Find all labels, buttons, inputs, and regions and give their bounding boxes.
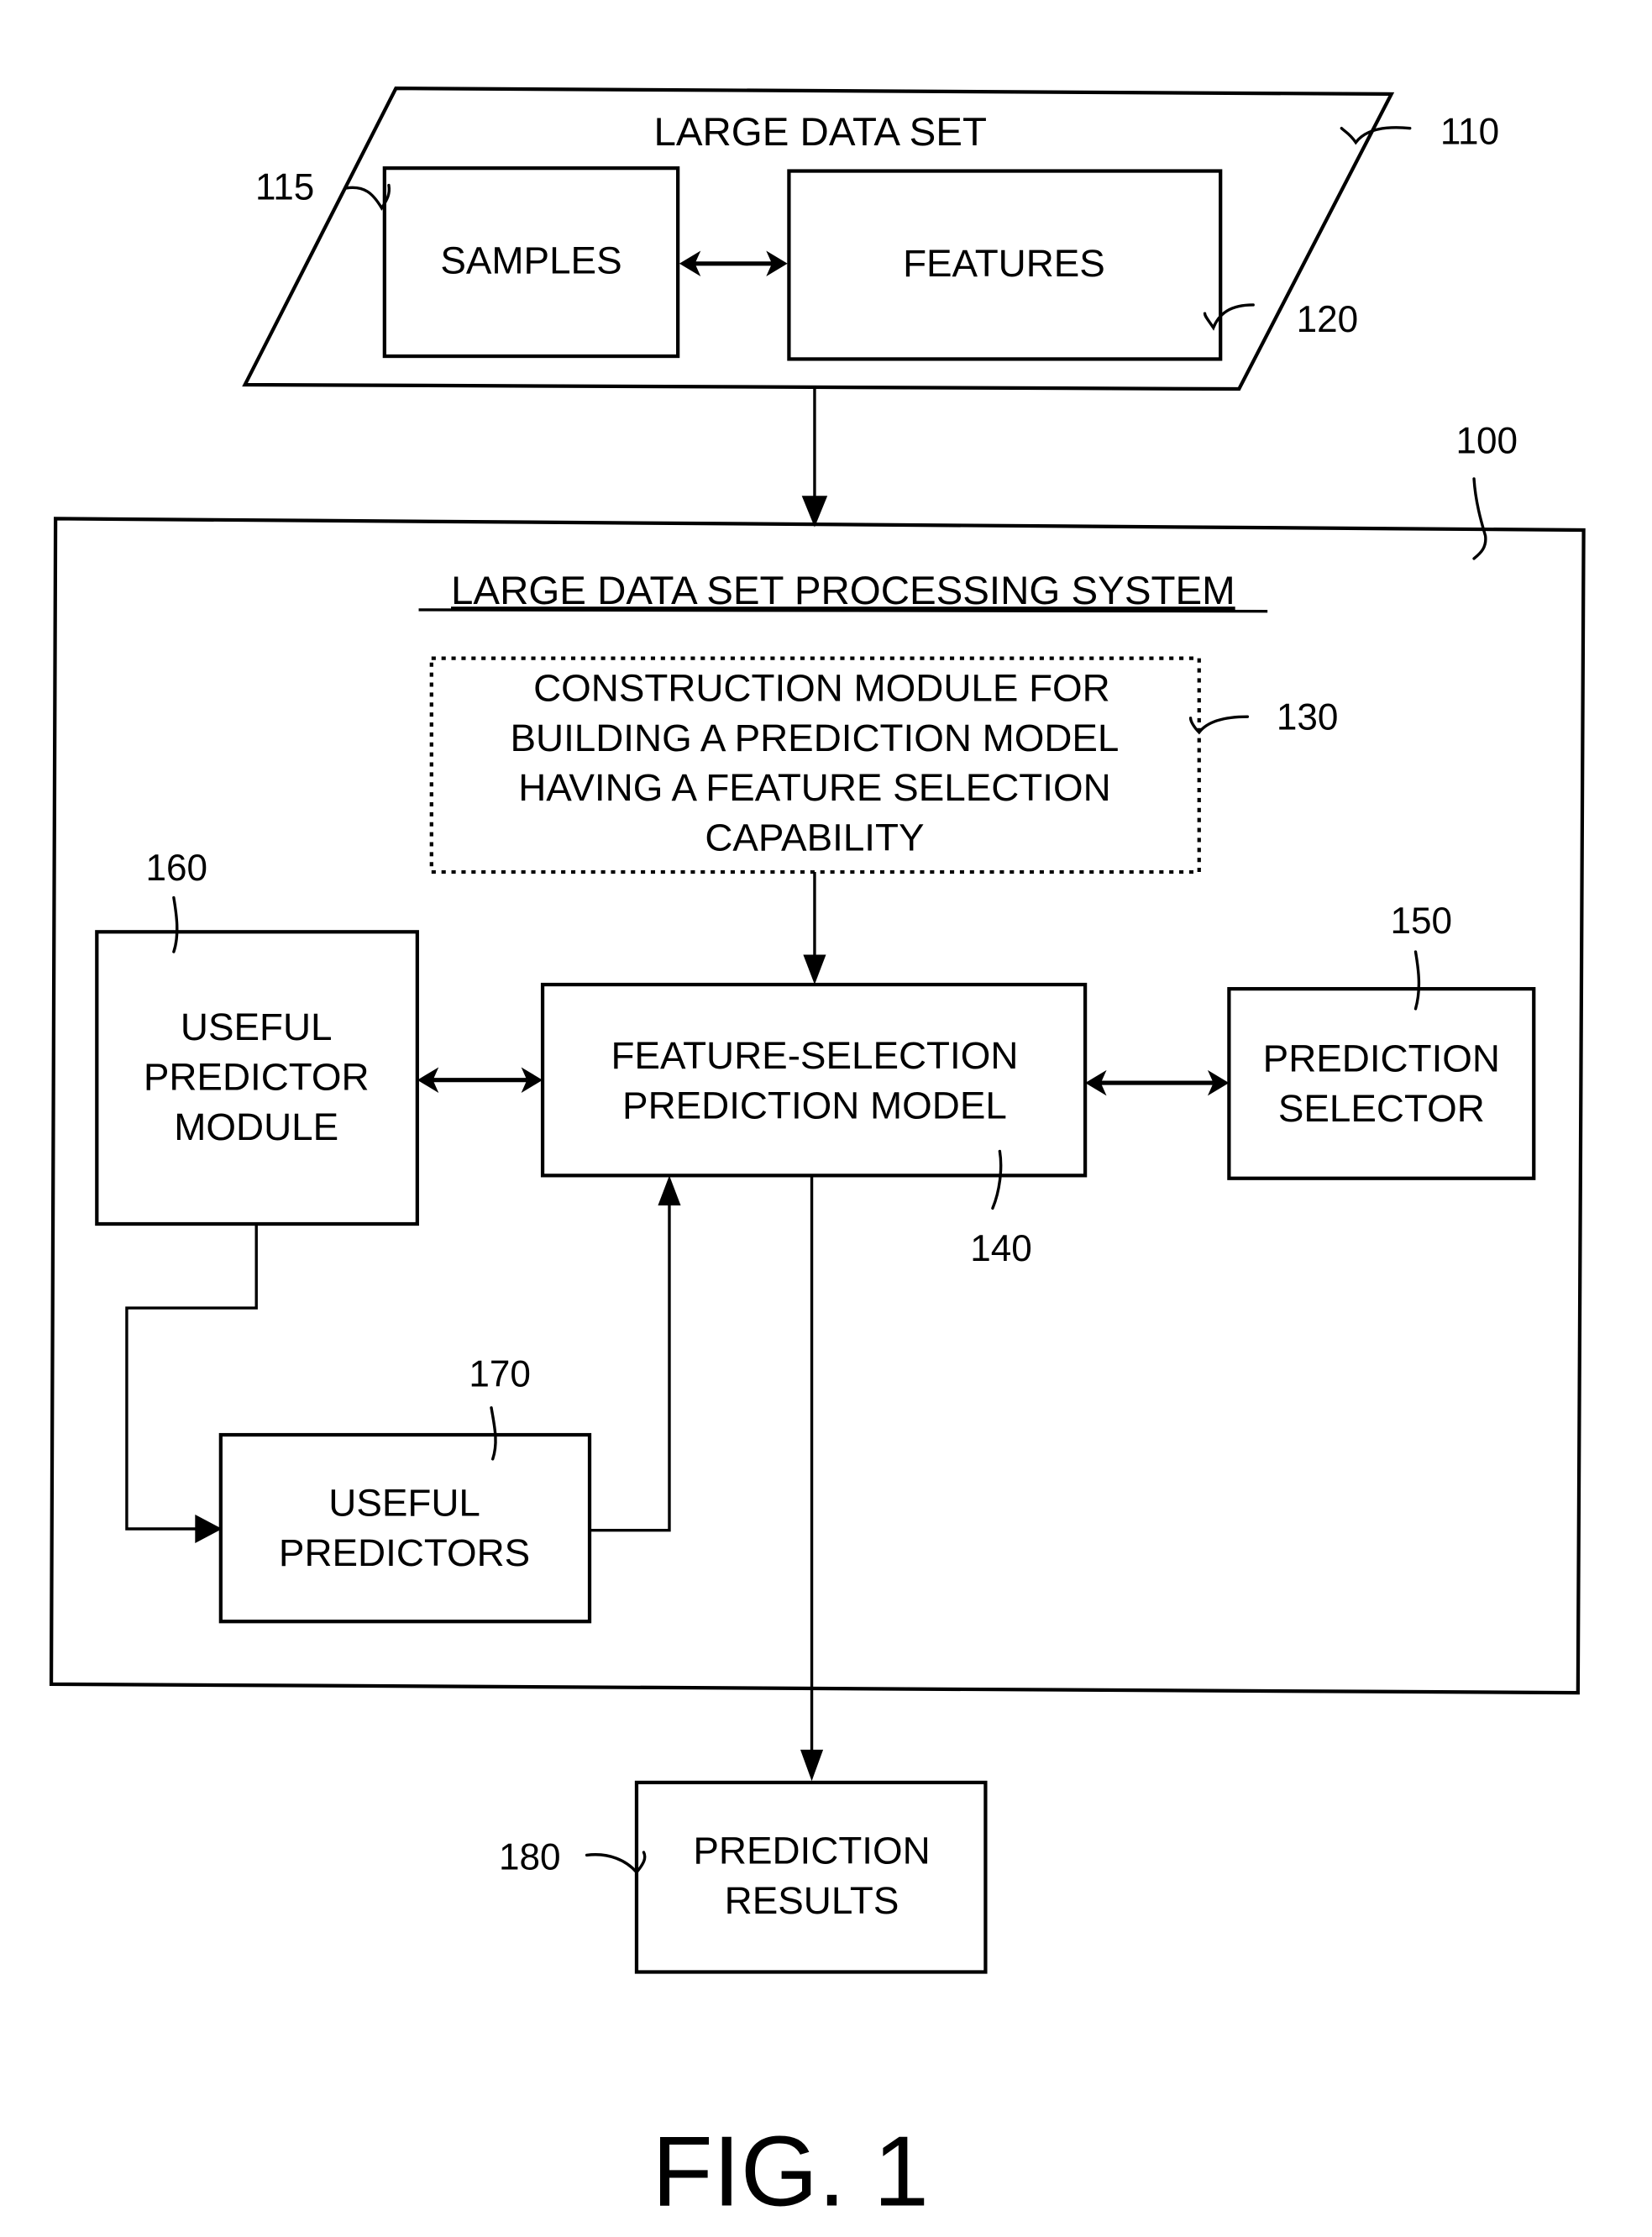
prediction-model-ref: 140 (970, 1228, 1032, 1269)
construction-line-1: CONSTRUCTION MODULE FOR (533, 667, 1110, 710)
data-set-title: LARGE DATA SET (653, 110, 987, 155)
useful-predictors-line-2: PREDICTORS (279, 1531, 530, 1574)
useful-predictor-module-line-1: USEFUL (181, 1006, 333, 1048)
construction-line-2: BUILDING A PREDICTION MODEL (510, 717, 1119, 759)
useful-predictors-box (218, 1432, 592, 1624)
prediction-results-box (634, 1780, 988, 1974)
system-leader (1472, 477, 1487, 560)
useful-predictors-ref: 170 (469, 1353, 531, 1394)
prediction-selector-leader (1413, 950, 1421, 1011)
data-set-ref: 110 (1440, 111, 1499, 152)
predictors-to-model-arrow (590, 1175, 681, 1532)
prediction-model-line-1: FEATURE-SELECTION (611, 1034, 1018, 1077)
figure-label: FIG. 1 (652, 2117, 929, 2228)
system-title: LARGE DATA SET PROCESSING SYSTEM (451, 569, 1235, 613)
useful-predictor-module-line-3: MODULE (174, 1105, 338, 1148)
samples-label: SAMPLES (440, 239, 621, 282)
dataset-to-system-arrow (801, 389, 828, 528)
features-label: FEATURES (903, 242, 1105, 285)
useful-predictor-module-line-2: PREDICTOR (144, 1056, 370, 1099)
processing-system: LARGE DATA SET PROCESSING SYSTEM 100 CON… (49, 420, 1586, 1695)
module-model-arrow (417, 1067, 543, 1093)
system-ref: 100 (1456, 420, 1518, 461)
construction-ref: 130 (1277, 696, 1339, 738)
samples-ref: 115 (255, 166, 314, 207)
prediction-selector-line-2: SELECTOR (1278, 1087, 1485, 1130)
prediction-model-box (540, 982, 1088, 1178)
prediction-results-ref: 180 (499, 1836, 561, 1877)
large-data-set: LARGE DATA SET 110 SAMPLES 115 FEATURES … (242, 87, 1499, 391)
prediction-selector-ref: 150 (1391, 901, 1453, 942)
patent-figure: LARGE DATA SET 110 SAMPLES 115 FEATURES … (49, 87, 1586, 2228)
system-title-underline (418, 608, 1268, 613)
prediction-results-line-1: PREDICTION (693, 1830, 930, 1872)
prediction-model-line-2: PREDICTION MODEL (622, 1084, 1007, 1126)
construction-line-4: CAPABILITY (705, 817, 924, 859)
construction-line-3: HAVING A FEATURE SELECTION (518, 766, 1110, 809)
construction-to-model-arrow (803, 872, 826, 985)
prediction-selector-line-1: PREDICTION (1263, 1037, 1500, 1080)
model-selector-arrow (1085, 1069, 1230, 1096)
prediction-selector-box (1227, 987, 1536, 1180)
prediction-results: PREDICTION RESULTS 180 (499, 1780, 988, 1974)
features-ref: 120 (1297, 299, 1359, 340)
useful-predictor-module-ref: 160 (145, 848, 207, 889)
prediction-results-line-2: RESULTS (725, 1879, 899, 1922)
useful-predictors-line-1: USEFUL (328, 1482, 480, 1525)
